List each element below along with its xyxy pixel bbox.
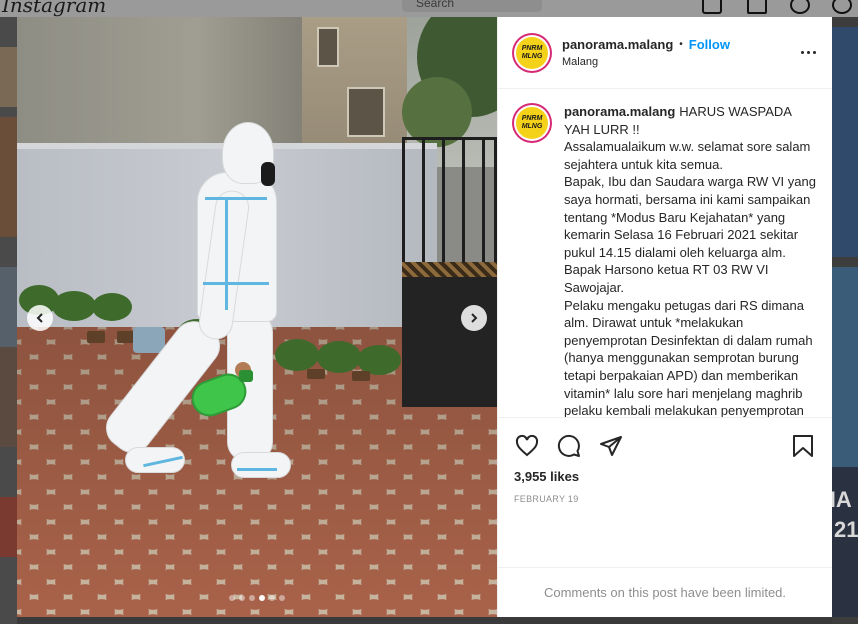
- direct-icon[interactable]: [747, 0, 767, 14]
- follow-button[interactable]: Follow: [689, 37, 730, 52]
- post-side-panel: PNRM MLNG panorama.malang • Follow Malan…: [497, 17, 832, 617]
- chevron-left-icon: [36, 313, 43, 323]
- carousel-dot: [229, 595, 235, 601]
- post-date[interactable]: FEBRUARY 19: [514, 494, 816, 504]
- avatar-text: MLNG: [521, 52, 543, 60]
- avatar-text: PNRM: [521, 44, 543, 52]
- comment-icon[interactable]: [556, 433, 582, 459]
- carousel-dot: [259, 595, 265, 601]
- caption-username-link[interactable]: panorama.malang: [564, 104, 675, 119]
- avatar[interactable]: PNRM MLNG: [512, 32, 552, 73]
- background-feed-right: HA 21: [832, 17, 858, 624]
- username-link[interactable]: panorama.malang: [562, 37, 673, 52]
- instagram-logo: Instagram: [2, 0, 107, 17]
- carousel-dot: [249, 595, 255, 601]
- share-icon[interactable]: [598, 433, 624, 459]
- background-feed-left: [0, 17, 17, 624]
- explore-icon[interactable]: [790, 0, 810, 14]
- background-text: HA: [832, 487, 852, 512]
- more-options-icon[interactable]: [798, 43, 818, 63]
- heart-icon[interactable]: [832, 0, 852, 14]
- previous-image-button[interactable]: [27, 305, 53, 331]
- carousel-dot: [269, 595, 275, 601]
- avatar-text: PNRM: [521, 115, 543, 122]
- separator: •: [679, 39, 683, 50]
- post-header: PNRM MLNG panorama.malang • Follow Malan…: [498, 17, 832, 89]
- post-actions: 3,955 likes FEBRUARY 19: [498, 417, 832, 567]
- carousel-dot: [239, 595, 245, 601]
- search-input[interactable]: Search: [402, 0, 542, 12]
- background-top-bar: Instagram Search: [0, 0, 858, 17]
- avatar-text: MLNG: [521, 123, 543, 130]
- bookmark-icon[interactable]: [790, 433, 816, 459]
- carousel-dot: [279, 595, 285, 601]
- avatar[interactable]: PNRM MLNG: [512, 103, 552, 143]
- comments-limited-notice: Comments on this post have been limited.: [498, 567, 832, 617]
- location-link[interactable]: Malang: [562, 56, 798, 68]
- post-media[interactable]: [17, 17, 497, 617]
- black-gate: [402, 137, 497, 407]
- person-in-protective-suit: [97, 122, 307, 482]
- caption-section: PNRM MLNG panorama.malang HARUS WASPADA Y…: [498, 89, 832, 417]
- home-icon[interactable]: [702, 0, 722, 14]
- post-modal: PNRM MLNG panorama.malang • Follow Malan…: [17, 17, 832, 617]
- likes-count[interactable]: 3,955 likes: [514, 469, 816, 484]
- heart-icon[interactable]: [514, 433, 540, 459]
- carousel-indicator: [17, 595, 497, 601]
- caption-text: HARUS WASPADA YAH LURR !! Assalamualaiku…: [564, 104, 816, 417]
- chevron-right-icon: [471, 313, 478, 323]
- next-image-button[interactable]: [461, 305, 487, 331]
- background-text: 21: [834, 517, 858, 542]
